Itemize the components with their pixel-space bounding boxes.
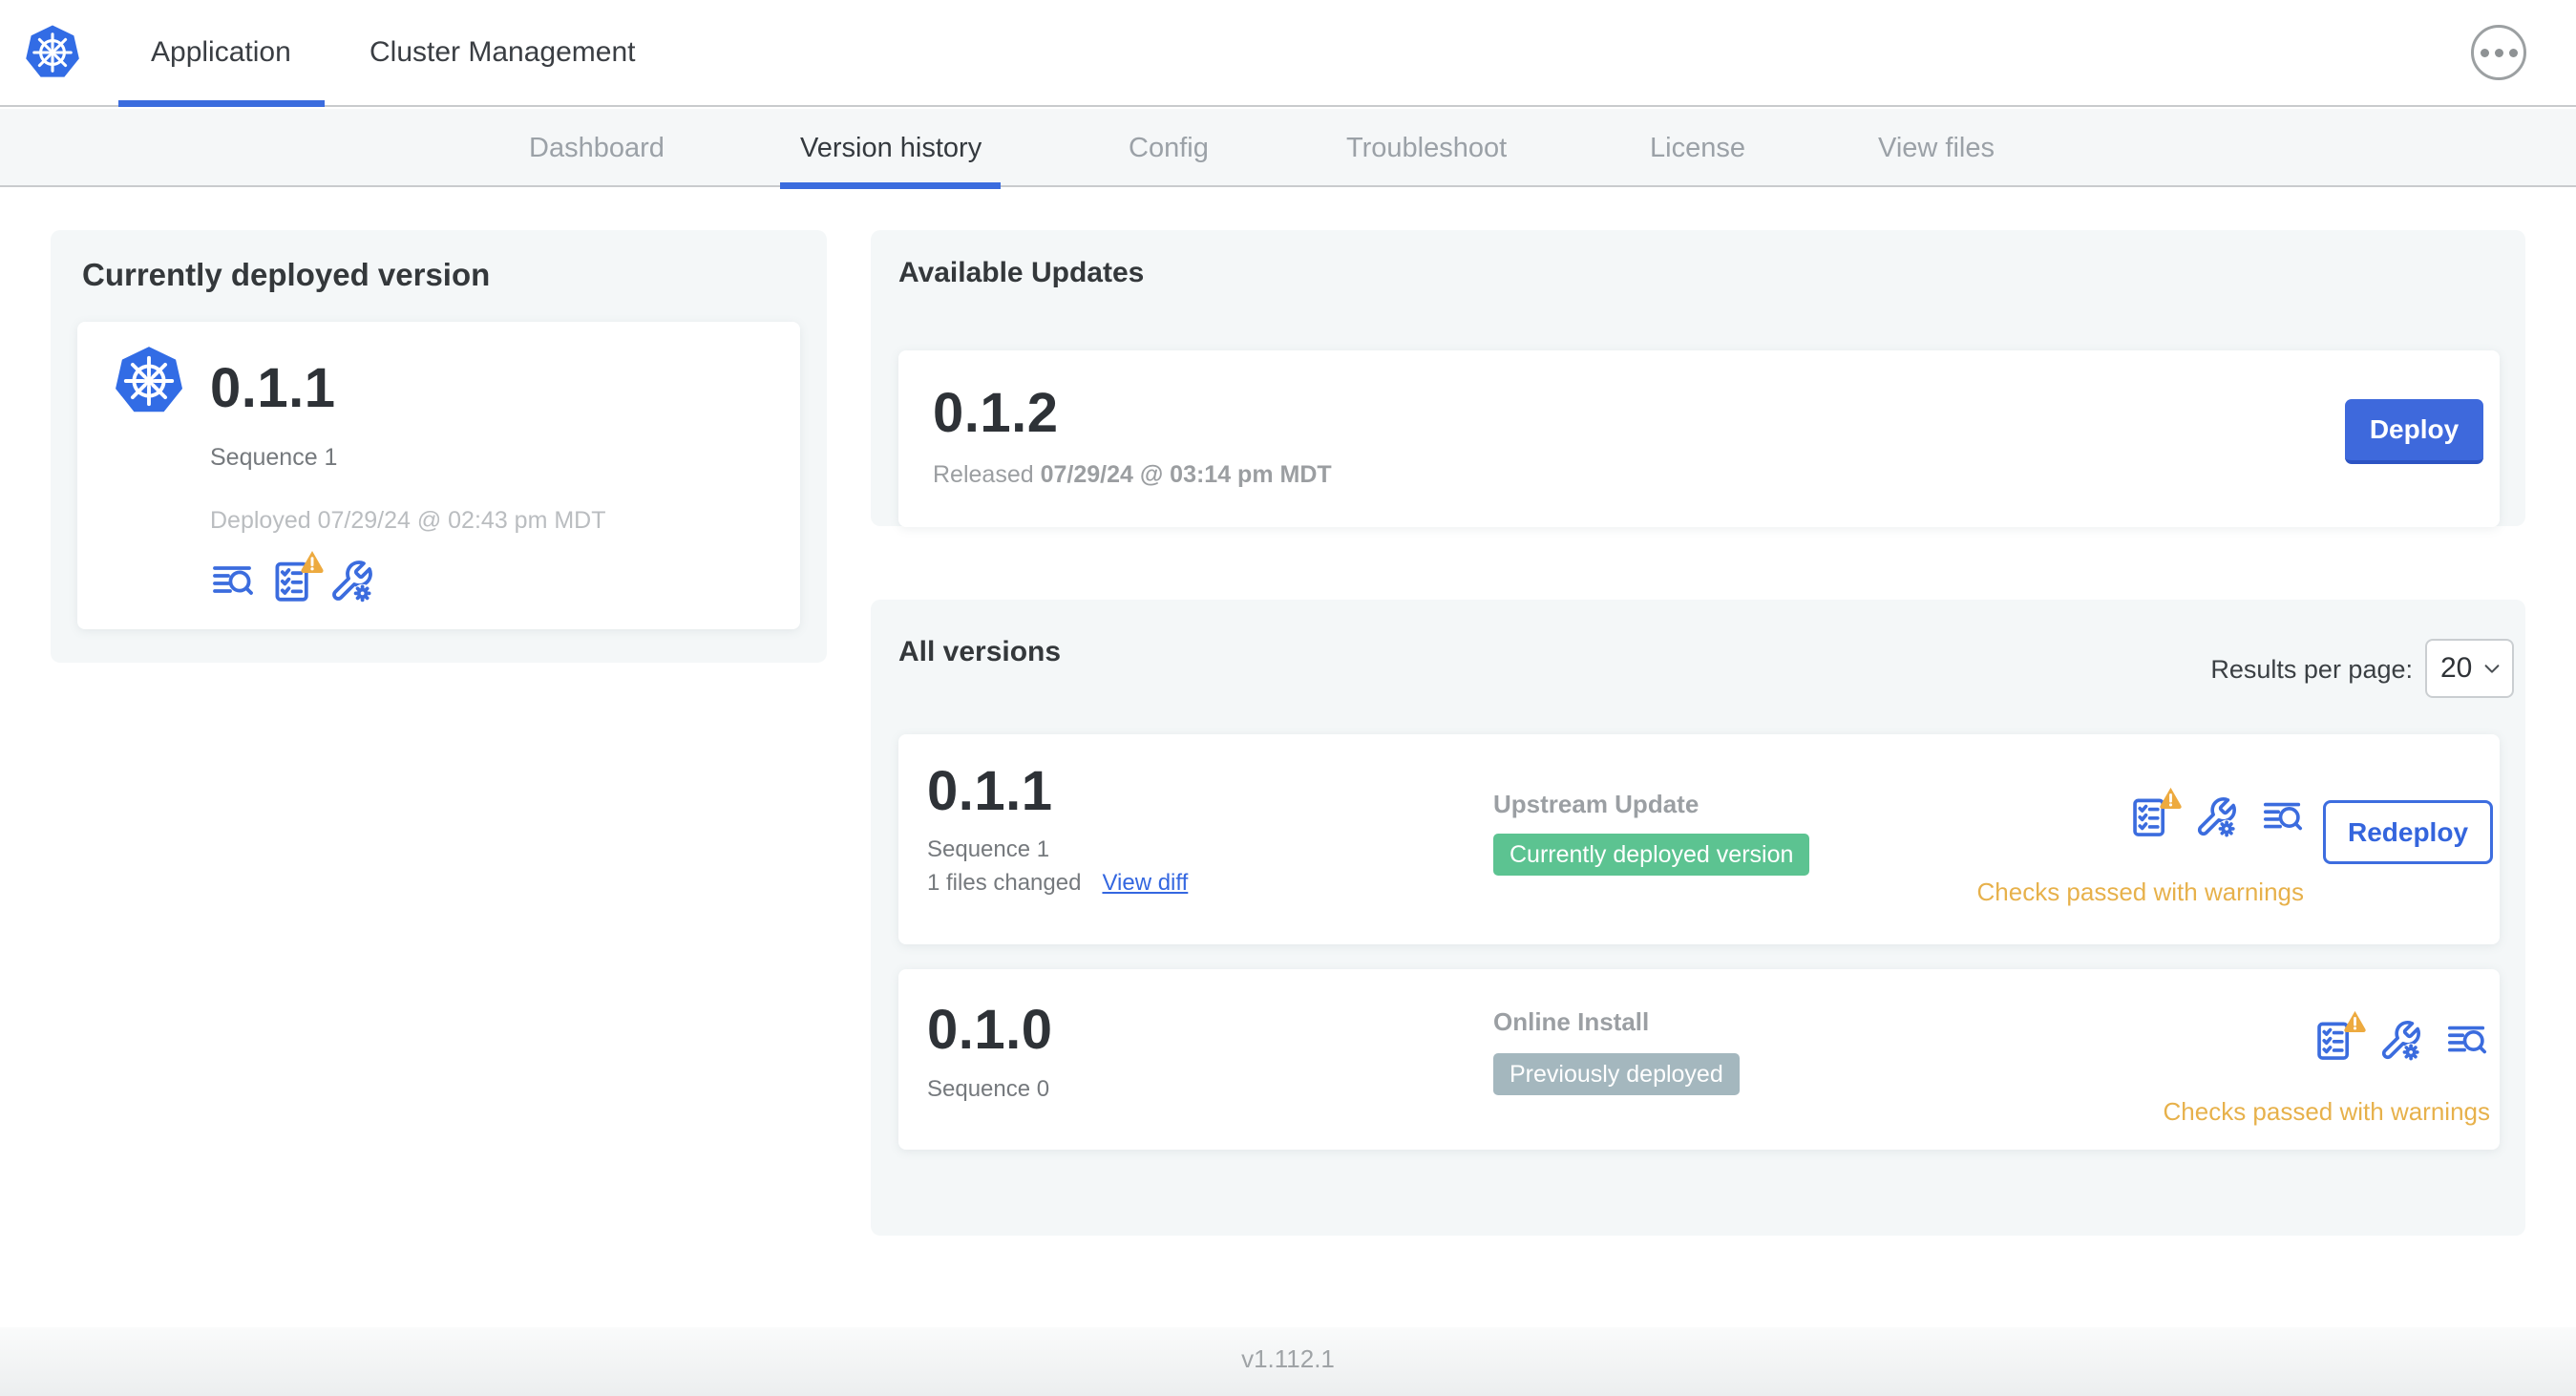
previously-deployed-badge: Previously deployed [1493, 1053, 1740, 1095]
results-per-page-select[interactable]: 20 [2425, 639, 2514, 698]
currently-deployed-section: Currently deployed version 0.1.1 Sequenc… [51, 230, 827, 663]
dot [2494, 48, 2503, 57]
all-versions-section: All versions Results per page: 20 0.1.1 … [871, 600, 2525, 1236]
warning-triangle-icon [2160, 787, 2182, 810]
version-row: 0.1.1 Sequence 1 1 files changed View dif… [898, 734, 2500, 944]
warning-triangle-icon [301, 551, 324, 573]
subnav-version-history[interactable]: Version history [779, 109, 1002, 189]
preflight-checks-warning-icon[interactable] [2127, 787, 2182, 839]
row-files-changed: 1 files changed View diff [927, 870, 1188, 897]
subnav-dashboard[interactable]: Dashboard [529, 109, 665, 187]
checks-status: Checks passed with warnings [2163, 1097, 2491, 1126]
subnav-view-files[interactable]: View files [1878, 109, 1995, 187]
ellipsis-icon[interactable] [2471, 25, 2526, 80]
preflight-checks-warning-icon[interactable] [2312, 1010, 2366, 1063]
kubernetes-logo [26, 25, 79, 77]
row-source: Upstream Update [1493, 790, 1700, 818]
row-version-number: 0.1.1 [927, 760, 1053, 822]
page: Application Cluster Management Dashboard… [0, 0, 2576, 1396]
available-update-card: 0.1.2 Released 07/29/24 @ 03:14 pm MDT D… [898, 350, 2500, 527]
tab-cluster-management[interactable]: Cluster Management [370, 0, 635, 105]
current-version-number: 0.1.1 [210, 357, 336, 419]
results-per-page-value: 20 [2440, 652, 2473, 684]
chevron-down-icon [2484, 665, 2500, 673]
warning-triangle-icon [2344, 1010, 2366, 1033]
available-updates-title: Available Updates [898, 257, 1145, 288]
results-per-page-label: Results per page: [2210, 655, 2413, 684]
all-versions-title: All versions [898, 636, 1062, 667]
top-header: Application Cluster Management [0, 0, 2576, 107]
console-version: v1.112.1 [1241, 1344, 1335, 1373]
app-subnav: Dashboard Version history Config Trouble… [0, 109, 2576, 189]
available-updates-section: Available Updates 0.1.2 Released 07/29/2… [871, 230, 2525, 527]
currently-deployed-card: 0.1.1 Sequence 1 Deployed 07/29/24 @ 02:… [77, 322, 800, 629]
checks-status: Checks passed with warnings [1976, 878, 2305, 906]
row-version-number: 0.1.0 [927, 999, 1053, 1061]
subnav-config[interactable]: Config [1129, 109, 1209, 187]
view-diff-link[interactable]: View diff [1102, 870, 1188, 896]
currently-deployed-title: Currently deployed version [82, 257, 491, 292]
row-action-icons [2127, 787, 2305, 839]
subnav-troubleshoot[interactable]: Troubleshoot [1346, 109, 1507, 187]
update-released-timestamp: Released 07/29/24 @ 03:14 pm MDT [933, 461, 1332, 489]
row-sequence: Sequence 1 [927, 836, 1050, 862]
dot [2480, 48, 2489, 57]
config-wrench-icon[interactable] [2378, 1019, 2422, 1063]
diff-logs-icon[interactable] [2445, 1019, 2489, 1063]
update-version-number: 0.1.2 [933, 382, 1059, 444]
released-date: 07/29/24 @ 03:14 pm MDT [1040, 461, 1332, 488]
config-wrench-icon[interactable] [328, 559, 372, 603]
diff-logs-icon[interactable] [2261, 795, 2305, 839]
current-sequence: Sequence 1 [210, 444, 338, 471]
config-wrench-icon[interactable] [2194, 795, 2238, 839]
kubernetes-logo [116, 347, 183, 412]
current-version-actions [210, 551, 372, 603]
released-prefix: Released [933, 461, 1041, 488]
row-source: Online Install [1493, 1007, 1650, 1036]
footer: v1.112.1 [0, 1327, 2576, 1396]
dot [2508, 48, 2518, 57]
diff-logs-icon[interactable] [210, 559, 254, 603]
subnav-license[interactable]: License [1650, 109, 1745, 187]
current-deployed-timestamp: Deployed 07/29/24 @ 02:43 pm MDT [210, 507, 606, 534]
version-row: 0.1.0 Sequence 0 Online Install Previous… [898, 969, 2500, 1150]
row-sequence: Sequence 0 [927, 1076, 1050, 1102]
tab-application[interactable]: Application [118, 0, 325, 107]
currently-deployed-badge: Currently deployed version [1493, 834, 1810, 876]
row-action-icons [2312, 1010, 2489, 1063]
deploy-button[interactable]: Deploy [2345, 399, 2483, 464]
preflight-checks-warning-icon[interactable] [269, 551, 324, 603]
redeploy-button[interactable]: Redeploy [2323, 800, 2493, 864]
files-changed-text: 1 files changed [927, 870, 1082, 896]
